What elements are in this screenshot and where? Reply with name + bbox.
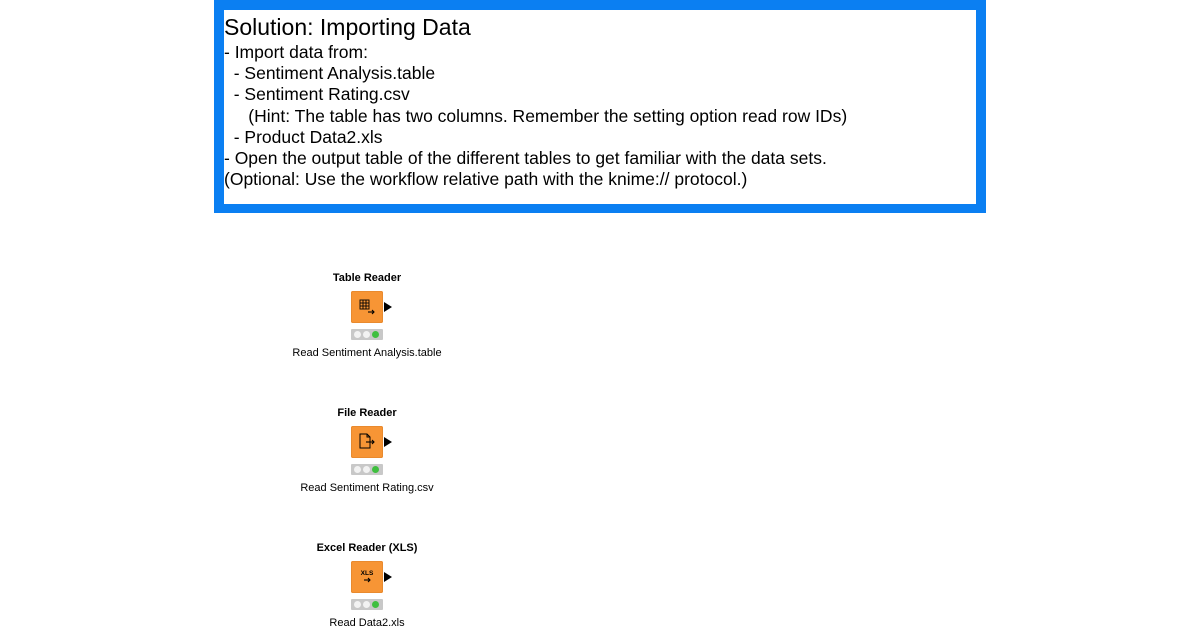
node-table-reader[interactable]: Table Reader Read Sentiment Analysis.tab… [267, 271, 467, 360]
output-port[interactable] [384, 572, 392, 582]
workflow-annotation[interactable]: Solution: Importing Data - Import data f… [214, 0, 986, 213]
node-status-indicator [351, 599, 383, 610]
excel-reader-icon-text: XLS [361, 570, 374, 577]
node-file-reader[interactable]: File Reader Read Sentiment Rating.csv [267, 406, 467, 495]
table-reader-icon[interactable] [351, 291, 383, 323]
node-annotation-label[interactable]: Read Sentiment Analysis.table [267, 346, 467, 360]
node-status-indicator [351, 329, 383, 340]
annotation-line: - Import data from: [224, 42, 368, 62]
node-status-indicator [351, 464, 383, 475]
annotation-line: - Open the output table of the different… [224, 148, 827, 169]
status-light-yellow [363, 466, 370, 473]
output-port[interactable] [384, 437, 392, 447]
workflow-canvas[interactable]: Solution: Importing Data - Import data f… [0, 0, 1200, 630]
annotation-line: (Optional: Use the workflow relative pat… [224, 169, 748, 190]
annotation-line: - Product Data2.xls [224, 126, 383, 147]
annotation-line: - Sentiment Rating.csv [224, 84, 410, 105]
status-light-green [372, 331, 379, 338]
annotation-content: Solution: Importing Data - Import data f… [224, 10, 976, 204]
output-port[interactable] [384, 302, 392, 312]
node-body[interactable] [351, 426, 392, 458]
annotation-line: - Sentiment Analysis.table [224, 63, 436, 84]
node-annotation-label[interactable]: Read Sentiment Rating.csv [267, 481, 467, 495]
node-type-label: Excel Reader (XLS) [316, 542, 418, 554]
status-light-red [354, 601, 361, 608]
annotation-title: Solution: Importing Data [224, 14, 471, 40]
excel-reader-icon[interactable]: XLS [351, 561, 383, 593]
node-type-label: File Reader [337, 407, 397, 419]
status-light-yellow [363, 331, 370, 338]
status-light-green [372, 466, 379, 473]
status-light-red [354, 331, 361, 338]
status-light-yellow [363, 601, 370, 608]
node-annotation-label[interactable]: Read Data2.xls [267, 616, 467, 630]
node-excel-reader[interactable]: Excel Reader (XLS) XLS Read Data2.xls [267, 541, 467, 630]
node-body[interactable] [351, 291, 392, 323]
status-light-green [372, 601, 379, 608]
file-reader-icon[interactable] [351, 426, 383, 458]
annotation-line: (Hint: The table has two columns. Rememb… [224, 105, 848, 126]
status-light-red [354, 466, 361, 473]
node-type-label: Table Reader [332, 272, 402, 284]
node-body[interactable]: XLS [351, 561, 392, 593]
